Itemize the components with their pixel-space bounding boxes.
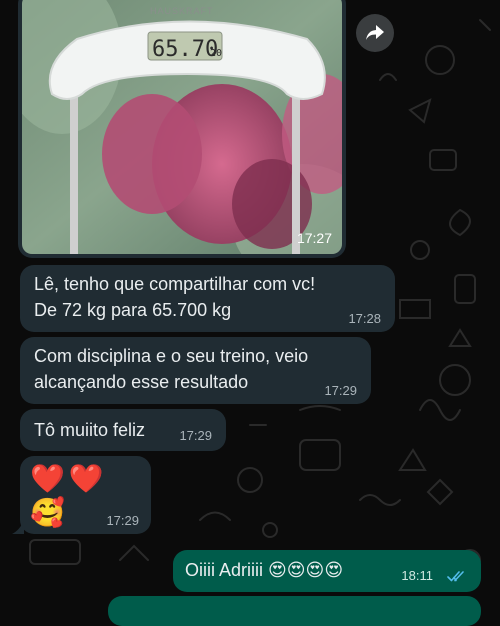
message-bubble[interactable]: Lê, tenho que compartilhar com vc! De 72… bbox=[20, 265, 395, 332]
scale-reading: 65.70 bbox=[152, 37, 218, 62]
message-bubble[interactable]: Com disciplina e o seu treino, veio alca… bbox=[20, 337, 371, 404]
scale-photo-image: HAUSKRAFT 65.70 20 bbox=[22, 0, 342, 254]
message-bubble[interactable]: Tô muiito feliz 17:29 bbox=[20, 409, 226, 451]
scale-brand: HAUSKRAFT bbox=[150, 6, 214, 16]
message-time: 17:29 bbox=[324, 383, 357, 398]
outgoing-message-bubble[interactable]: Oiiii Adriiii 😍😍😍😍 18:11 bbox=[173, 550, 481, 592]
message-time: 17:29 bbox=[179, 428, 212, 443]
scale-reading-small: 20 bbox=[210, 48, 222, 59]
message-text: Com disciplina e o seu treino, veio alca… bbox=[34, 346, 309, 392]
message-bubble[interactable]: ❤️❤️🥰 17:29 bbox=[12, 456, 151, 534]
message-time: 17:28 bbox=[348, 311, 381, 326]
forward-icon bbox=[366, 25, 384, 40]
scale-photo[interactable]: HAUSKRAFT 65.70 20 17:27 bbox=[22, 0, 342, 254]
bubble-tail bbox=[12, 520, 24, 534]
forward-button[interactable] bbox=[356, 14, 394, 52]
outgoing-message-bubble-partial[interactable] bbox=[108, 596, 481, 626]
message-time: 18:11 bbox=[401, 568, 433, 583]
message-text: Lê, tenho que compartilhar com vc! De 72… bbox=[34, 274, 316, 320]
read-ticks-icon bbox=[447, 571, 464, 582]
message-time: 17:27 bbox=[296, 230, 332, 246]
photo-message[interactable]: HAUSKRAFT 65.70 20 17:27 bbox=[18, 0, 346, 258]
emoji-group: 😍😍😍😍 bbox=[268, 560, 344, 580]
message-time: 17:29 bbox=[106, 513, 139, 528]
